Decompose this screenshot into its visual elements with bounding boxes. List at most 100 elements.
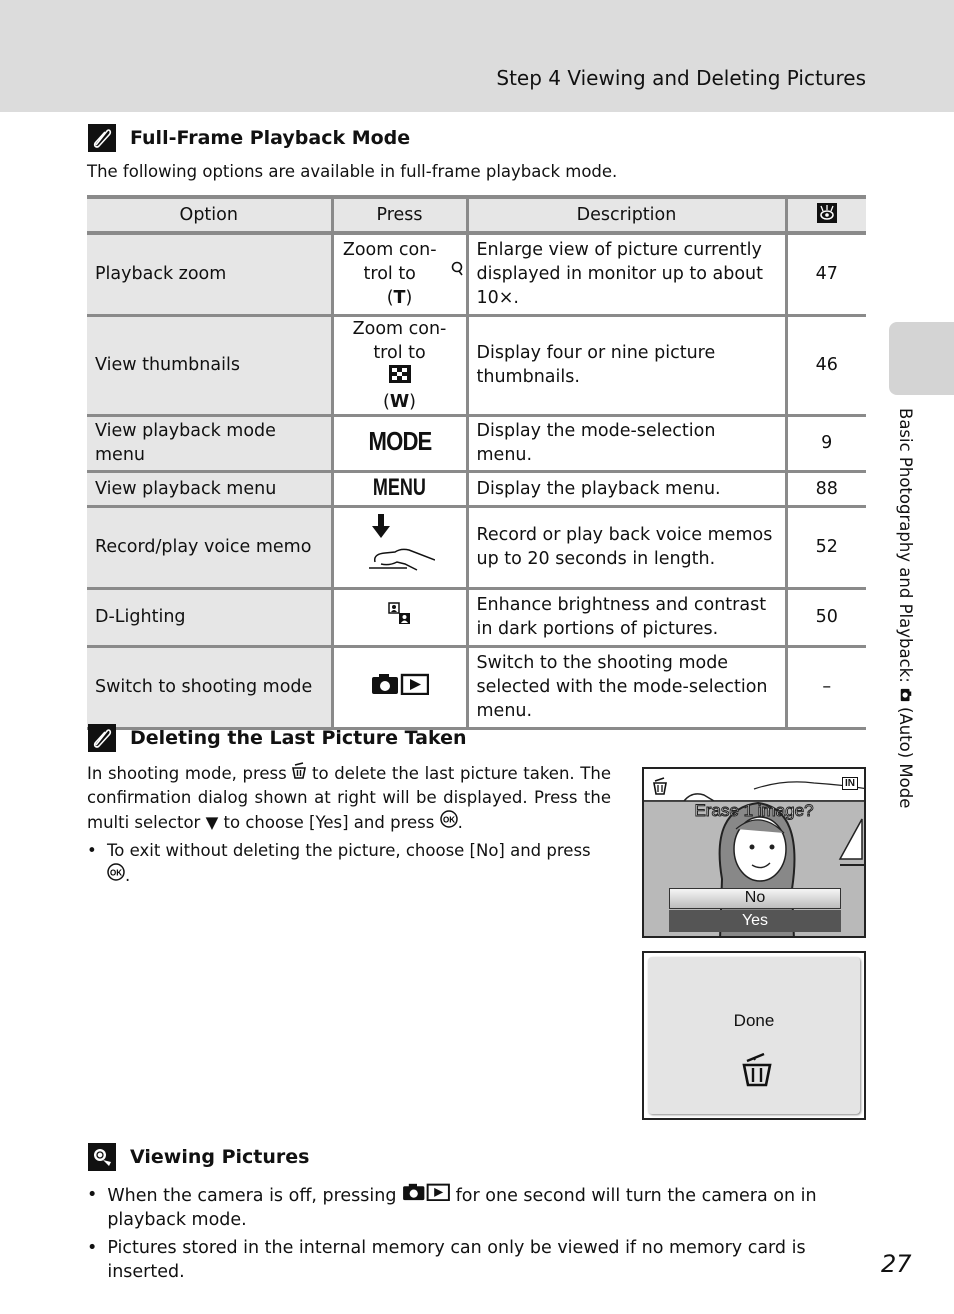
table-row: D-Lighting Enhance brightness and contra… (87, 588, 866, 648)
press-cell: MENU (330, 471, 467, 508)
page-reference-icon (816, 202, 837, 223)
press-cell (330, 646, 467, 730)
trash-icon (742, 1053, 772, 1087)
zoom-tele-icon (451, 261, 463, 276)
chapter-label-text: Basic Photography and Playback: (896, 408, 915, 683)
viewing-tip-icon (88, 1143, 116, 1171)
option-cell: Playback zoom (87, 233, 332, 317)
page-header-title: Step 4 Viewing and Deleting Pictures (496, 66, 866, 90)
description-cell: Display the mode-selection menu. (465, 415, 786, 473)
text: To exit without deleting the picture, ch… (107, 841, 591, 860)
page-cell: – (784, 646, 866, 730)
option-cell: Record/play voice memo (87, 506, 332, 590)
option-cell: View thumbnails (87, 315, 332, 417)
description-cell: Record or play back voice memos up to 20… (465, 506, 786, 590)
erase-prompt: Erase 1 image? (694, 801, 814, 821)
pencil-note-icon (88, 724, 116, 752)
description-cell: Display four or nine picture thumbnails. (465, 315, 786, 417)
page-cell: 52 (784, 506, 866, 590)
description-cell: Display the playback menu. (465, 471, 786, 508)
down-arrow-icon: ▼ (205, 813, 219, 832)
delete-paragraph: In shooting mode, press to delete the la… (87, 762, 611, 832)
list-item: • Pictures stored in the internal memory… (87, 1236, 877, 1284)
section-heading-viewing: Viewing Pictures (88, 1143, 309, 1171)
camera-playback-icon (371, 673, 429, 695)
d-lighting-icon (387, 601, 410, 624)
section-title: Full-Frame Playback Mode (130, 127, 411, 149)
bullet-dot: • (87, 841, 97, 860)
bullet-dot: • (87, 1238, 98, 1258)
press-cell: MODE (330, 415, 467, 473)
text: to choose [Yes] and press (223, 813, 435, 832)
thumbnail-grid-icon (388, 364, 411, 383)
viewing-list: • When the camera is off, pressing for o… (87, 1183, 877, 1288)
option-cell: View playback mode menu (87, 415, 332, 473)
table-row: Record/play voice memo Record or play ba… (87, 506, 866, 590)
section-title: Viewing Pictures (130, 1146, 310, 1168)
press-text: Zoom con-trol to (342, 240, 437, 285)
camera-playback-icon (403, 1183, 450, 1202)
ok-button-icon: OK (439, 810, 458, 828)
option-yes-selected[interactable]: Yes (669, 910, 841, 932)
press-cell: Zoom con-trol to (T) (330, 233, 467, 317)
option-cell: D-Lighting (87, 588, 332, 648)
menu-button-icon: MENU (372, 473, 426, 501)
column-header-page (784, 195, 866, 235)
mode-button-icon: MODE (368, 426, 432, 456)
table-row: View playback mode menu MODE Display the… (87, 415, 866, 473)
column-header-press: Press (330, 195, 467, 235)
page-cell: 50 (784, 588, 866, 648)
page-cell: 46 (784, 315, 866, 417)
svg-text:OK: OK (110, 869, 122, 878)
camera-screen-done: Done (642, 951, 866, 1120)
list-item-text: Pictures stored in the internal memory c… (107, 1238, 806, 1282)
table-row: Playback zoom Zoom con-trol to (T) Enlar… (87, 233, 866, 317)
press-cell (330, 506, 467, 590)
camera-screen-confirm: IN Erase 1 image? No Yes (642, 767, 866, 938)
description-cell: Enhance brightness and contrast in dark … (465, 588, 786, 648)
delete-instructions: In shooting mode, press to delete the la… (87, 762, 611, 888)
section-title: Deleting the Last Picture Taken (130, 727, 467, 749)
table-row: View thumbnails Zoom con-trol to (W) Dis… (87, 315, 866, 417)
page-number: 27 (881, 1250, 912, 1278)
press-text: Zoom con-trol to (352, 318, 447, 363)
column-header-option: Option (87, 195, 332, 235)
list-item-text: To exit without deleting the picture, ch… (107, 841, 591, 885)
wide-label: W (389, 391, 410, 412)
description-cell: Enlarge view of picture currently displa… (465, 233, 786, 317)
press-cell (330, 588, 467, 648)
done-panel: Done (648, 957, 860, 1114)
list-item: • When the camera is off, pressing for o… (87, 1183, 877, 1232)
page-cell: 47 (784, 233, 866, 317)
header-band (0, 0, 954, 112)
camera-auto-icon (900, 688, 911, 701)
table-row: Switch to shooting mode Switch to the sh… (87, 646, 866, 730)
option-cell: Switch to shooting mode (87, 646, 332, 730)
chapter-label-mode: (Auto) Mode (896, 706, 915, 809)
trash-icon (292, 762, 307, 779)
ok-button-icon: OK (107, 863, 125, 881)
section-heading-playback: Full-Frame Playback Mode (88, 124, 410, 152)
page-cell: 88 (784, 471, 866, 508)
column-header-description: Description (465, 195, 786, 235)
list-item: • To exit without deleting the picture, … (87, 839, 611, 888)
pencil-note-icon (88, 124, 116, 152)
shutter-press-icon (368, 513, 435, 571)
text: When the camera is off, pressing (107, 1186, 397, 1206)
section-heading-delete: Deleting the Last Picture Taken (88, 724, 467, 752)
text: In shooting mode, press (87, 764, 287, 783)
done-label: Done (733, 1011, 775, 1030)
chapter-label: Basic Photography and Playback: (Auto) M… (896, 408, 915, 808)
option-no[interactable]: No (669, 888, 841, 909)
table-header-row: Option Press Description (87, 195, 866, 235)
table-row: View playback menu MENU Display the play… (87, 471, 866, 508)
page-cell: 9 (784, 415, 866, 473)
options-table: Option Press Description Playback zoom Z… (87, 195, 866, 730)
bullet-dot: • (87, 1185, 98, 1205)
press-cell: Zoom con-trol to (W) (330, 315, 467, 417)
svg-text:OK: OK (443, 816, 455, 825)
chapter-tab (889, 322, 954, 395)
internal-memory-indicator: IN (842, 777, 858, 790)
option-cell: View playback menu (87, 471, 332, 508)
trash-icon (653, 777, 667, 795)
